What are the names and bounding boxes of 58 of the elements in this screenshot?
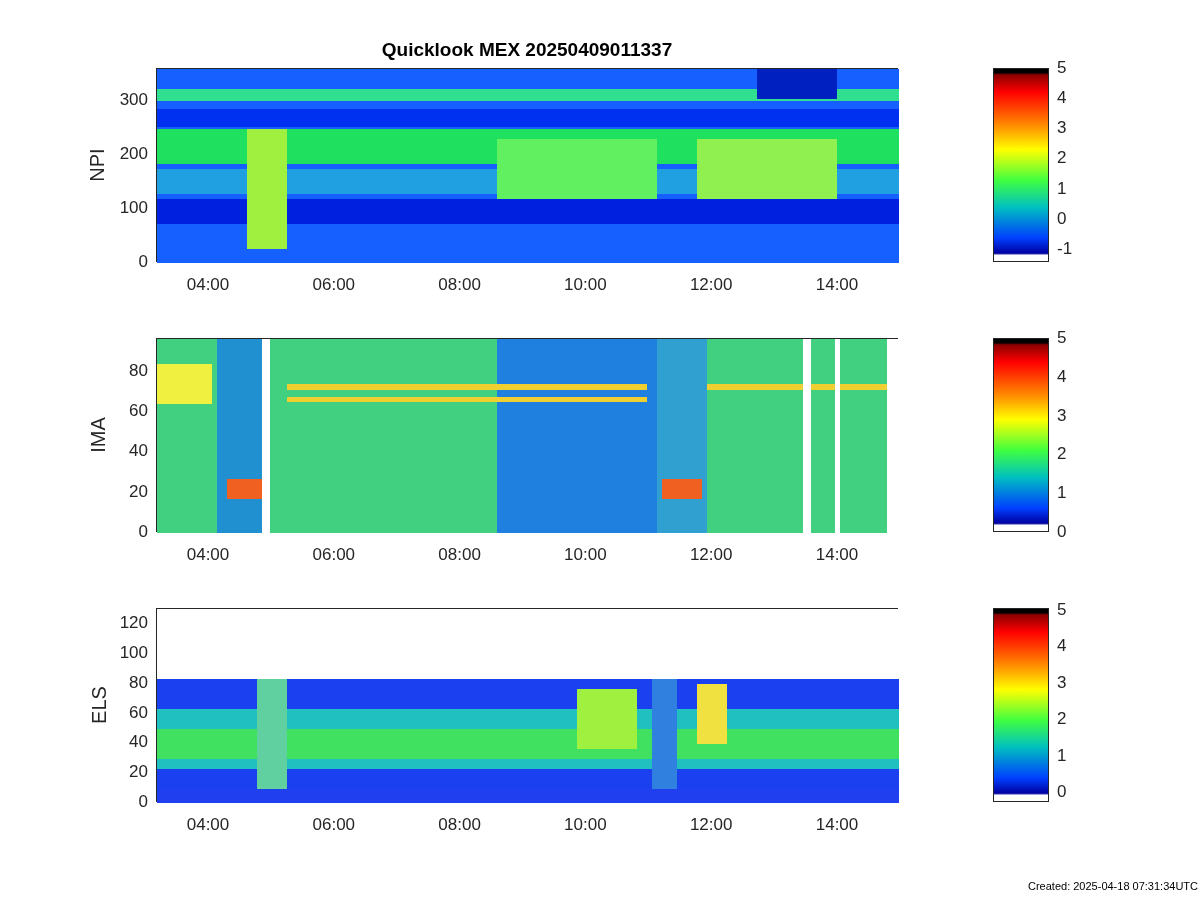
tick-label: 100 bbox=[119, 642, 148, 665]
tick-label: 200 bbox=[119, 143, 148, 166]
tick-label: 20 bbox=[129, 480, 148, 503]
tick-label: 5 bbox=[1057, 327, 1067, 350]
tick-label: 60 bbox=[129, 701, 148, 724]
tick-label: 06:00 bbox=[312, 274, 356, 296]
tick-label: 12:00 bbox=[689, 814, 733, 836]
tick-label: 5 bbox=[1057, 599, 1067, 622]
tick-label: 0 bbox=[1057, 781, 1067, 804]
tick-label: 4 bbox=[1057, 87, 1067, 110]
tick-label: 12:00 bbox=[689, 544, 733, 566]
tick-label: 4 bbox=[1057, 366, 1067, 389]
tick-label: 2 bbox=[1057, 147, 1067, 170]
tick-label: 40 bbox=[129, 731, 148, 754]
tick-label: 120 bbox=[119, 612, 148, 635]
tick-label: 06:00 bbox=[312, 814, 356, 836]
tick-label: 100 bbox=[119, 197, 148, 220]
created-timestamp: Created: 2025-04-18 07:31:34UTC bbox=[1028, 880, 1198, 892]
tick-label: 300 bbox=[119, 89, 148, 112]
axis-label: ELS bbox=[86, 686, 111, 724]
tick-label: 4 bbox=[1057, 635, 1067, 658]
tick-label: 08:00 bbox=[438, 814, 481, 836]
tick-label: 0 bbox=[138, 521, 148, 544]
axis-label: IMA bbox=[85, 417, 110, 453]
tick-label: 80 bbox=[129, 672, 148, 695]
chart-title: Quicklook MEX 20250409011337 bbox=[381, 38, 673, 60]
tick-label: 04:00 bbox=[186, 274, 230, 296]
tick-label: 0 bbox=[138, 251, 148, 274]
tick-label: 0 bbox=[1057, 208, 1067, 231]
tick-label: 1 bbox=[1057, 482, 1067, 505]
tick-label: 10:00 bbox=[564, 544, 607, 566]
tick-label: 10:00 bbox=[564, 274, 607, 296]
tick-label: 08:00 bbox=[438, 544, 481, 566]
tick-label: 2 bbox=[1057, 708, 1067, 731]
tick-label: 08:00 bbox=[438, 274, 481, 296]
tick-label: 04:00 bbox=[186, 814, 230, 836]
tick-label: 2 bbox=[1057, 443, 1067, 466]
tick-label: 5 bbox=[1057, 57, 1067, 80]
tick-label: -1 bbox=[1057, 238, 1073, 261]
tick-label: 0 bbox=[138, 791, 148, 814]
tick-label: 04:00 bbox=[186, 544, 230, 566]
tick-label: 10:00 bbox=[564, 814, 607, 836]
tick-label: 20 bbox=[129, 761, 148, 784]
tick-label: 06:00 bbox=[312, 544, 356, 566]
tick-label: 1 bbox=[1057, 177, 1067, 200]
tick-label: 3 bbox=[1057, 117, 1067, 140]
tick-label: 1 bbox=[1057, 744, 1067, 767]
tick-label: 80 bbox=[129, 360, 148, 383]
tick-label: 60 bbox=[129, 400, 148, 423]
tick-label: 14:00 bbox=[815, 814, 859, 836]
tick-label: 14:00 bbox=[815, 544, 859, 566]
axis-label: NPI bbox=[84, 148, 109, 182]
tick-label: 12:00 bbox=[689, 274, 733, 296]
tick-label: 40 bbox=[129, 440, 148, 463]
tick-label: 3 bbox=[1057, 404, 1067, 427]
tick-label: 14:00 bbox=[815, 274, 859, 296]
tick-label: 0 bbox=[1057, 521, 1067, 544]
tick-label: 3 bbox=[1057, 672, 1067, 695]
